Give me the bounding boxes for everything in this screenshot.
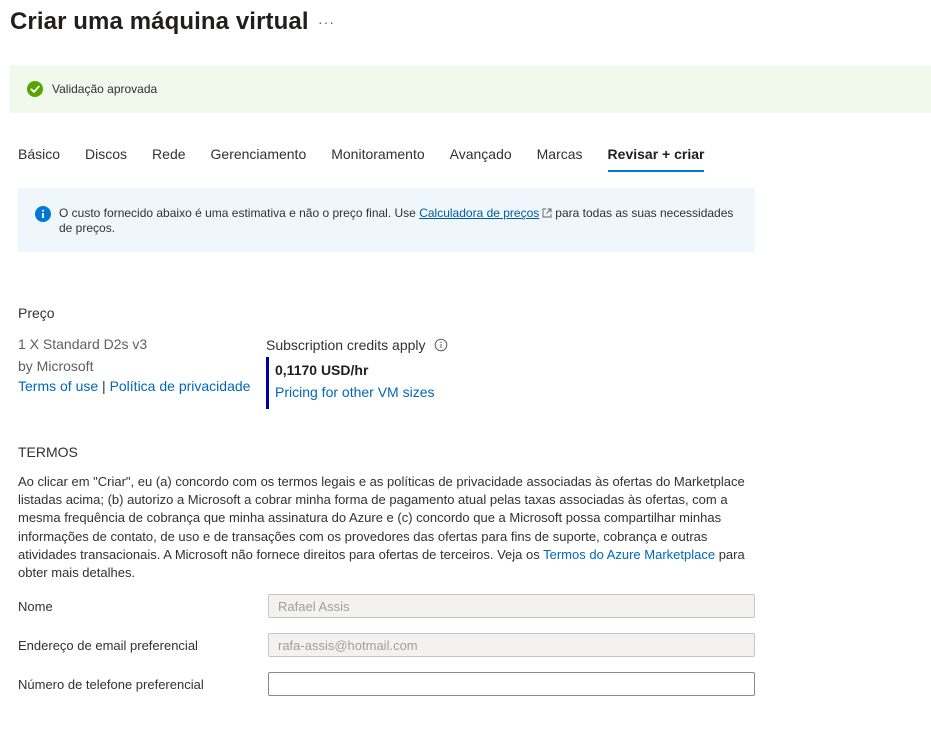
more-options-button[interactable]: ··· [318,14,335,30]
azure-marketplace-terms-link[interactable]: Termos do Azure Marketplace [543,547,715,562]
info-banner: O custo fornecido abaixo é uma estimativ… [18,188,755,252]
tab-monitoramento[interactable]: Monitoramento [331,144,424,172]
email-field[interactable] [268,633,755,657]
product-name: 1 X Standard D2s v3 [18,336,148,352]
external-link-icon [542,207,552,218]
terms-of-use-link[interactable]: Terms of use [18,378,98,394]
tab-rede[interactable]: Rede [152,144,185,172]
info-icon [35,206,51,222]
tab-basico[interactable]: Básico [18,144,60,172]
tab-revisar-criar[interactable]: Revisar + criar [607,144,705,172]
tab-gerenciamento[interactable]: Gerenciamento [211,144,307,172]
price-heading: Preço [18,305,55,321]
info-text-before: O custo fornecido abaixo é uma estimativ… [59,206,420,220]
tab-avancado[interactable]: Avançado [450,144,512,172]
email-label: Endereço de email preferencial [18,638,198,653]
publisher: by Microsoft [18,358,94,374]
link-separator: | [98,378,110,394]
page-title: Criar uma máquina virtual [10,8,309,35]
phone-field[interactable] [268,672,755,696]
check-circle-icon [27,81,43,97]
info-circle-icon[interactable] [434,338,448,352]
info-text: O custo fornecido abaixo é uma estimativ… [59,206,739,236]
price-value: 0,1170 USD/hr [275,362,369,378]
subscription-credits: Subscription credits apply [266,337,448,353]
tab-discos[interactable]: Discos [85,144,127,172]
validation-text: Validação aprovada [52,82,158,96]
terms-heading: TERMOS [18,444,78,460]
price-block: 0,1170 USD/hr Pricing for other VM sizes [266,357,466,409]
pricing-calculator-link[interactable]: Calculadora de preços [419,206,539,220]
credits-label: Subscription credits apply [266,337,426,353]
validation-banner: Validação aprovada [10,65,931,113]
name-field[interactable] [268,594,755,618]
other-vm-sizes-link[interactable]: Pricing for other VM sizes [275,384,435,400]
tab-bar: Básico Discos Rede Gerenciamento Monitor… [18,144,729,172]
tab-marcas[interactable]: Marcas [537,144,583,172]
terms-body: Ao clicar em "Criar", eu (a) concordo co… [18,473,758,582]
phone-label: Número de telefone preferencial [18,677,204,692]
name-label: Nome [18,599,53,614]
legal-links: Terms of use | Política de privacidade [18,378,250,394]
privacy-policy-link[interactable]: Política de privacidade [110,378,251,394]
